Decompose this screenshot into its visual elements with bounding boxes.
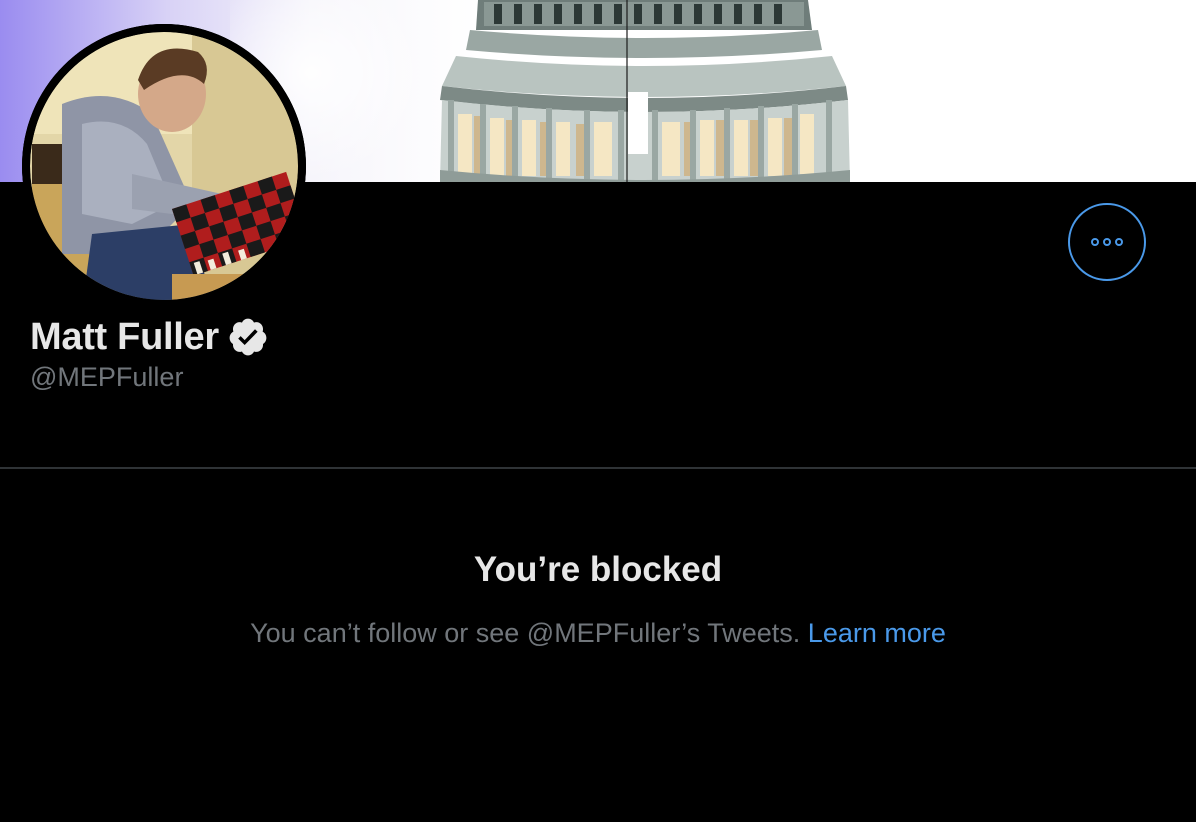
- avatar-photo: [22, 24, 306, 308]
- divider: [0, 467, 1196, 469]
- blocked-title: You’re blocked: [473, 550, 723, 589]
- profile-avatar[interactable]: [22, 24, 306, 308]
- blocked-message-row: You can’t follow or see @MEPFuller’s Twe…: [0, 618, 1196, 649]
- profile-name-row: Matt Fuller: [30, 312, 269, 362]
- more-options-icon: [1089, 238, 1125, 246]
- profile-handle: @MEPFuller: [30, 362, 184, 392]
- display-name: Matt Fuller: [30, 315, 219, 358]
- learn-more-link[interactable]: Learn more: [808, 618, 946, 648]
- blocked-message: You can’t follow or see @MEPFuller’s Twe…: [250, 618, 801, 648]
- more-options-button[interactable]: [1068, 203, 1146, 281]
- verified-badge-icon: [229, 318, 267, 356]
- profile-page: Matt Fuller @MEPFuller You’re blocked Yo…: [0, 0, 1196, 822]
